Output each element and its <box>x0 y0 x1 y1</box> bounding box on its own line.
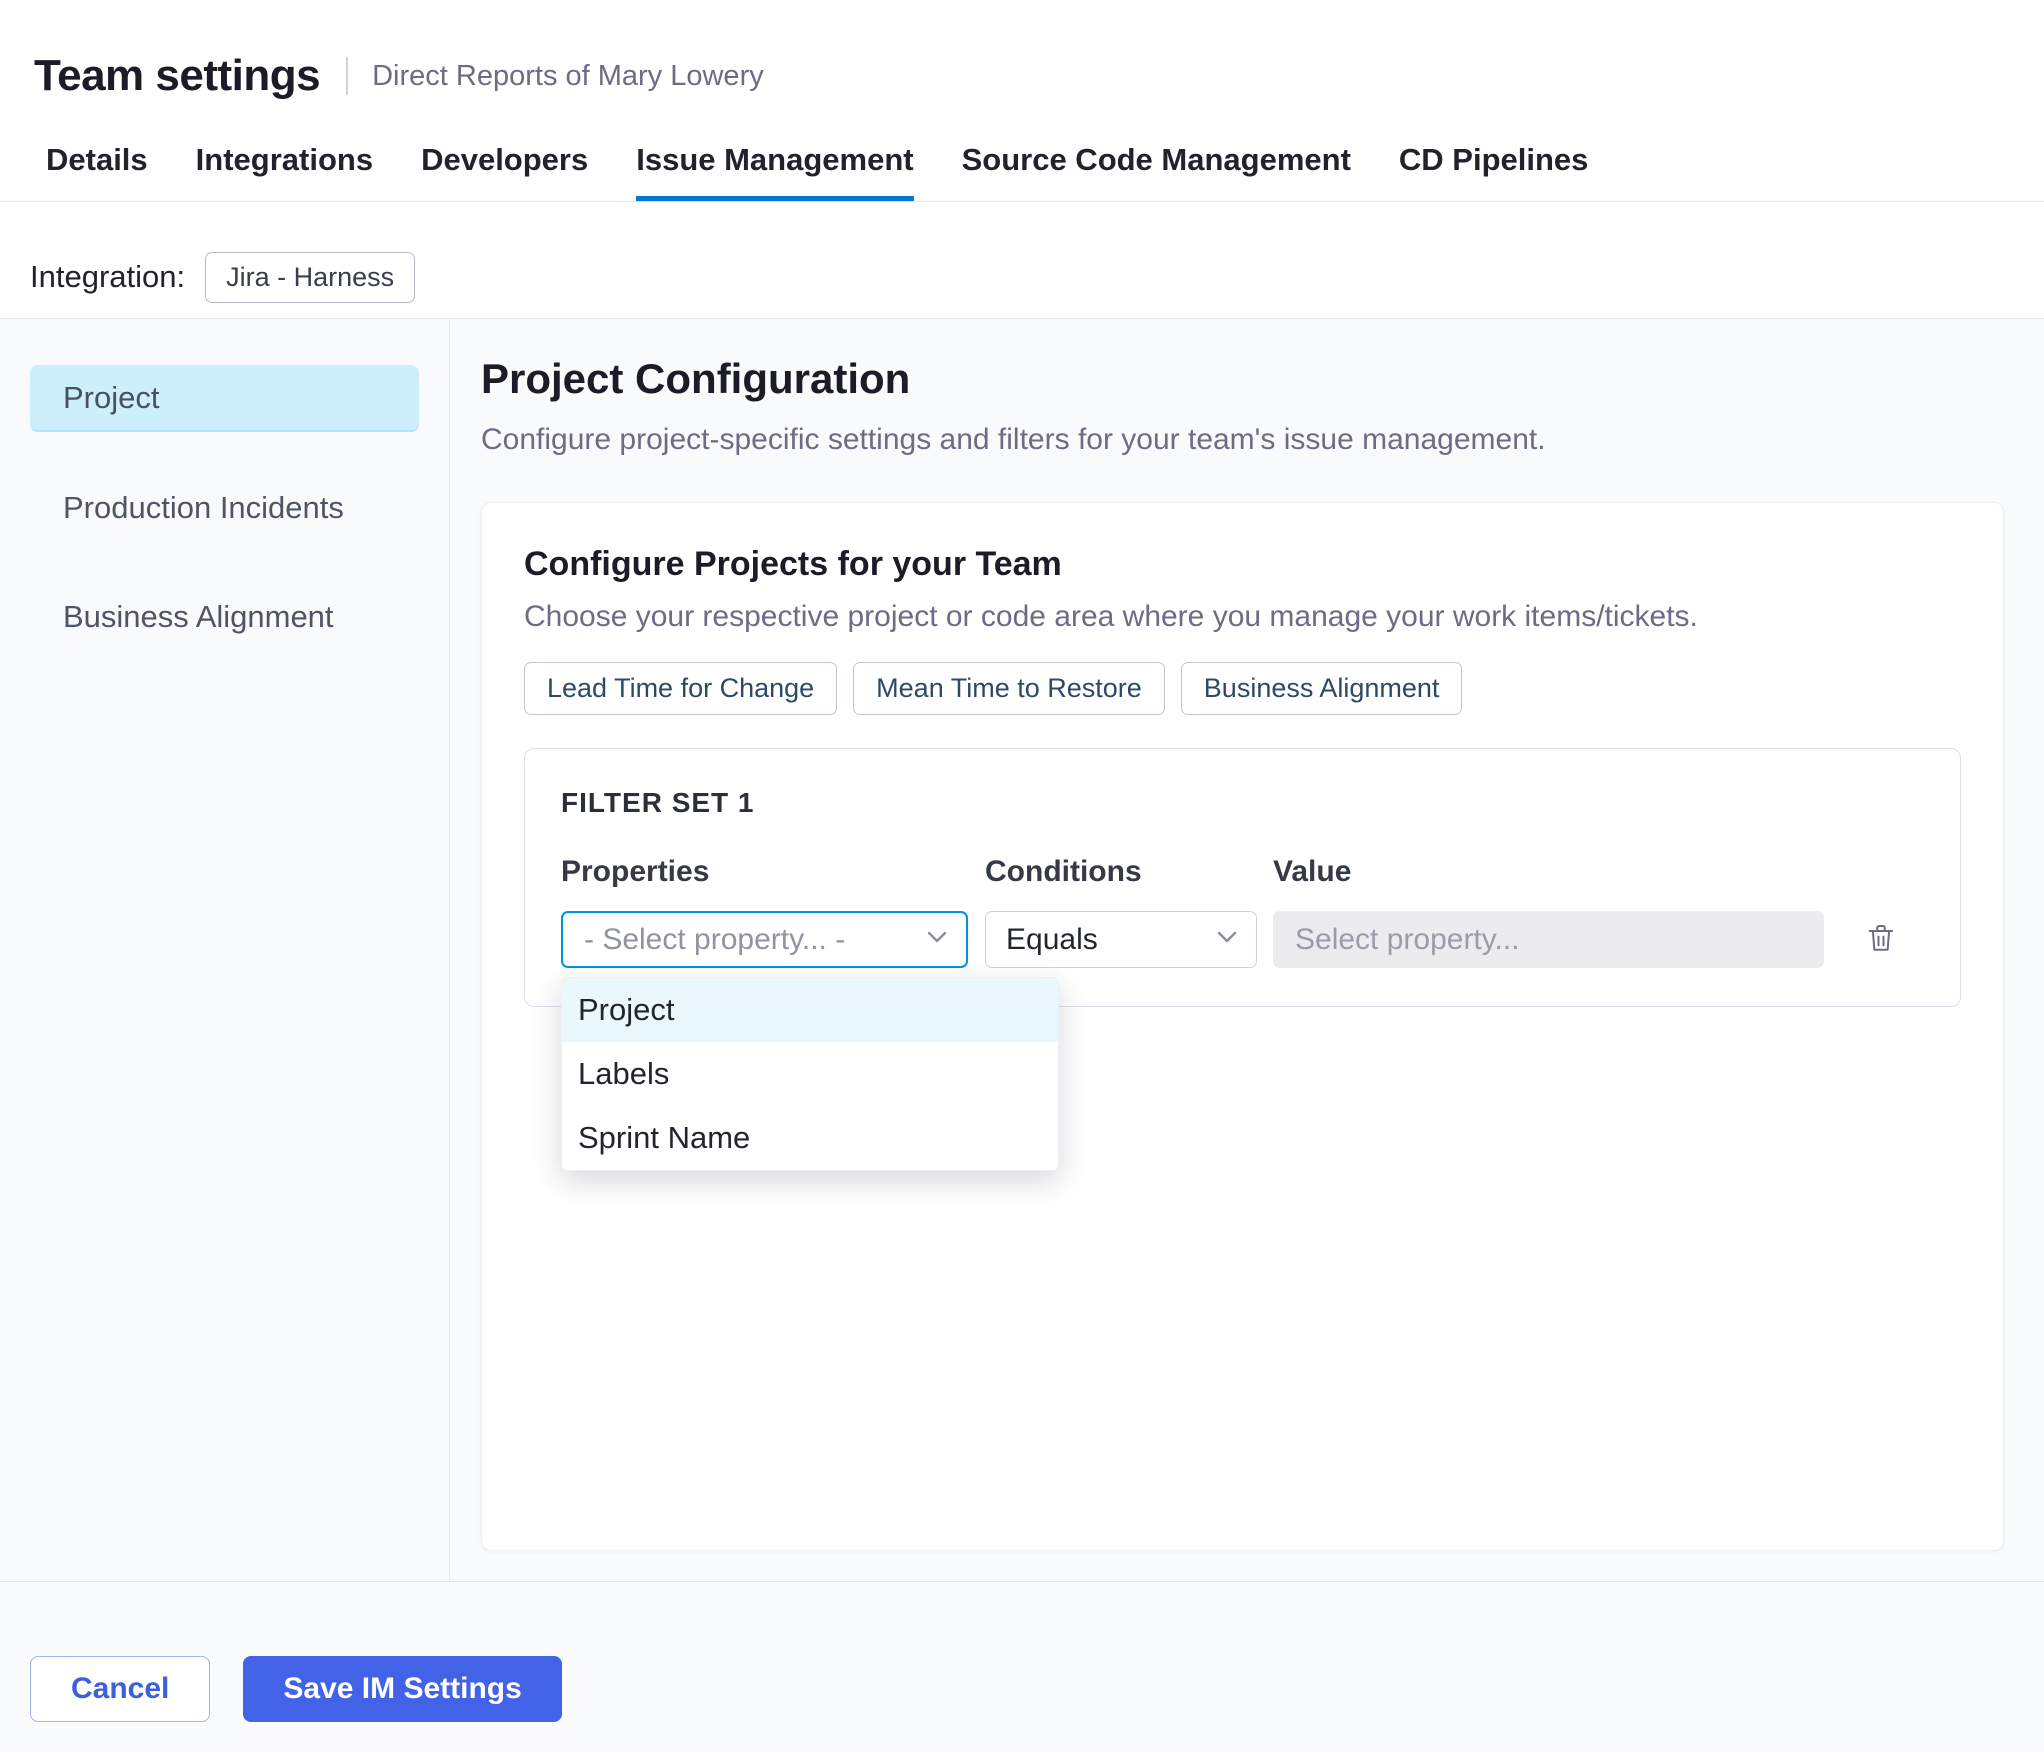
section-subtitle: Configure project-specific settings and … <box>481 423 1546 456</box>
delete-filter-button[interactable] <box>1866 922 1896 958</box>
dropdown-option-labels[interactable]: Labels <box>562 1042 1058 1106</box>
title-divider <box>346 57 349 95</box>
configure-projects-card: Configure Projects for your Team Choose … <box>481 502 2004 1551</box>
integration-chip[interactable]: Jira - Harness <box>205 251 416 303</box>
save-im-settings-button[interactable]: Save IM Settings <box>243 1656 562 1722</box>
tab-cd-pipelines[interactable]: CD Pipelines <box>1399 118 1589 201</box>
filter-set-1: FILTER SET 1 Properties Conditions Value… <box>524 748 1961 1171</box>
section-title: Project Configuration <box>481 355 911 402</box>
sidebar-item-business-alignment[interactable]: Business Alignment <box>30 583 419 650</box>
page-subtitle: Direct Reports of Mary Lowery <box>372 59 764 92</box>
metric-chip-row: Lead Time for Change Mean Time to Restor… <box>524 662 1961 715</box>
column-header-properties: Properties <box>561 855 710 888</box>
footer-actions: Cancel Save IM Settings <box>0 1581 2044 1752</box>
sidebar: Project Production Incidents Business Al… <box>0 319 450 1581</box>
tab-details[interactable]: Details <box>46 118 148 201</box>
filter-controls-row: - Select property... - Equals Select pro… <box>561 911 1924 1171</box>
trash-icon <box>1866 922 1896 958</box>
content-body: Project Production Incidents Business Al… <box>0 319 2044 1581</box>
tab-integrations[interactable]: Integrations <box>196 118 373 201</box>
tab-bar: Details Integrations Developers Issue Ma… <box>0 118 2044 202</box>
integration-row: Integration: Jira - Harness <box>0 202 2044 319</box>
card-subtitle: Choose your respective project or code a… <box>524 600 1698 633</box>
dropdown-option-project[interactable]: Project <box>562 978 1058 1042</box>
chip-business-alignment[interactable]: Business Alignment <box>1180 662 1463 715</box>
main-panel: Project Configuration Configure project-… <box>450 319 2044 1581</box>
chevron-down-icon <box>1216 930 1238 949</box>
value-input[interactable] <box>1273 911 1824 968</box>
cancel-button[interactable]: Cancel <box>30 1656 211 1722</box>
filter-set-title: FILTER SET 1 <box>561 787 755 818</box>
condition-select[interactable]: Equals <box>985 911 1257 968</box>
chevron-down-icon <box>926 930 948 949</box>
team-settings-page: Team settings Direct Reports of Mary Low… <box>0 0 2044 1752</box>
page-title: Team settings <box>34 51 321 100</box>
tab-issue-management[interactable]: Issue Management <box>636 118 914 201</box>
tab-source-code-management[interactable]: Source Code Management <box>962 118 1351 201</box>
card-title: Configure Projects for your Team <box>524 545 1062 583</box>
property-select-value: - Select property... - <box>584 922 846 956</box>
property-dropdown-menu: Project Labels Sprint Name <box>561 977 1059 1171</box>
chip-mean-time-to-restore[interactable]: Mean Time to Restore <box>853 662 1165 715</box>
sidebar-item-production-incidents[interactable]: Production Incidents <box>30 474 419 541</box>
column-header-conditions: Conditions <box>985 855 1142 888</box>
tab-developers[interactable]: Developers <box>421 118 588 201</box>
integration-label: Integration: <box>30 259 186 294</box>
chip-lead-time-for-change[interactable]: Lead Time for Change <box>524 662 838 715</box>
column-header-value: Value <box>1273 855 1352 888</box>
condition-select-value: Equals <box>1006 922 1098 956</box>
sidebar-item-project[interactable]: Project <box>30 365 419 432</box>
dropdown-option-sprint-name[interactable]: Sprint Name <box>562 1106 1058 1170</box>
property-select[interactable]: - Select property... - <box>561 911 968 968</box>
page-header: Team settings Direct Reports of Mary Low… <box>0 0 2044 118</box>
filter-column-headers: Properties Conditions Value <box>561 855 1924 889</box>
